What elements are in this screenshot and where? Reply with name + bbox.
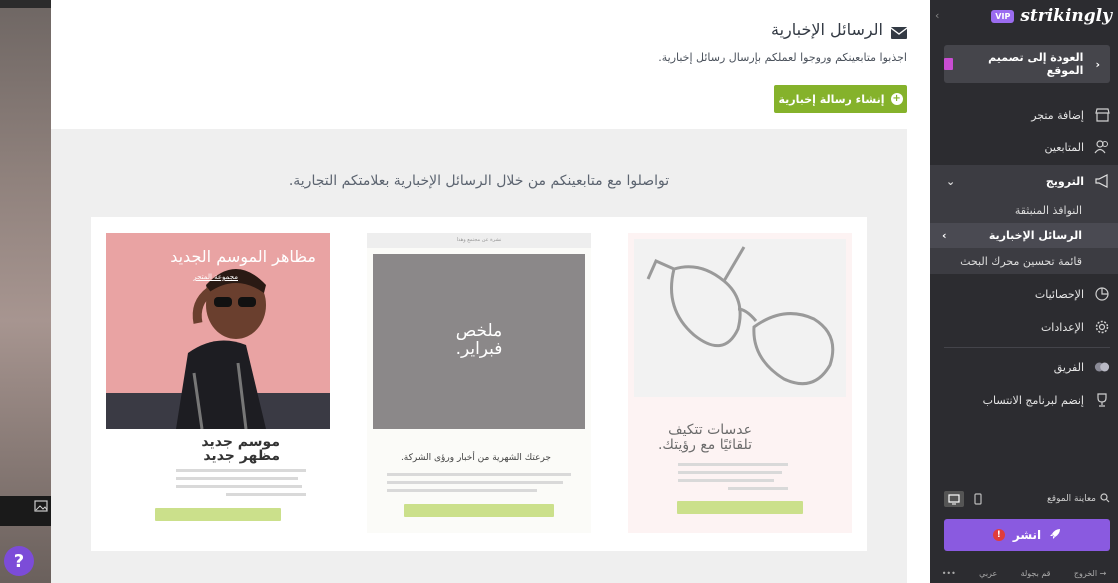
brand: VIP strikingly [991,6,1112,26]
page-icon [944,58,953,70]
chevron-right-icon[interactable]: › [935,9,939,22]
template-panel: مظاهر الموسم الجديد مجموعة المتجر موسم ج… [91,217,867,551]
plus-icon: + [890,93,903,105]
pie-chart-icon [1094,286,1110,302]
template-monthly-topbar: نشرة عن مجتمع وهذا [367,233,591,248]
search-icon [1100,492,1110,506]
sidebar: › VIP strikingly ‹ العودة إلى تصميم المو… [930,0,1118,583]
template-card-glasses[interactable]: عدسات تتكيف تلقائيًا مع رؤيتك. [628,233,852,533]
language-link[interactable]: عربي [979,569,997,578]
page-title-text: الرسائل الإخبارية [770,20,883,39]
create-newsletter-button[interactable]: + إنشاء رسالة إخبارية [774,85,907,113]
template-monthly-body [387,473,571,497]
preview-row: معاينة الموقع [944,491,1110,507]
sidebar-item-seo[interactable]: قائمة تحسين محرك البحث [930,248,1118,274]
template-photo-glasses [634,239,846,397]
modal-header: الرسائل الإخبارية اجذبوا متابعينكم وروجو… [77,20,908,64]
template-fashion-body [176,469,306,501]
newsletter-modal: الرسائل الإخبارية اجذبوا متابعينكم وروجو… [51,0,930,583]
desktop-icon[interactable] [944,491,964,507]
template-fashion-title: مظاهر الموسم الجديد [170,247,316,266]
template-glasses-heading: عدسات تتكيف تلقائيًا مع رؤيتك. [657,422,752,453]
back-to-design-label: العودة إلى تصميم الموقع [988,51,1084,77]
template-card-monthly[interactable]: نشرة عن مجتمع وهذا ملخص فبراير. جرعتك ال… [367,233,591,533]
template-fashion-button [155,508,281,521]
publish-button[interactable]: انشر ! [944,519,1110,551]
team-icon [1094,359,1110,375]
sidebar-item-team[interactable]: الفريق [930,357,1118,377]
chevron-down-icon: ⌄ [946,174,956,188]
gear-icon [1094,319,1110,335]
logout-link[interactable]: → الخروج [1074,569,1107,578]
sidebar-item-promote[interactable]: الترويج ⌄ [930,165,1118,197]
template-monthly-title: ملخص فبراير. [455,321,503,359]
template-glasses-body [678,463,788,495]
sidebar-item-settings[interactable]: الإعدادات [930,317,1118,337]
backdrop-top-bar [0,0,51,8]
users-icon [1094,139,1110,155]
more-icon[interactable]: ••• [942,569,956,578]
template-monthly-button [404,504,554,517]
template-photo-model: مظاهر الموسم الجديد مجموعة المتجر [106,233,330,429]
vip-badge: VIP [991,9,1015,23]
sidebar-item-store[interactable]: إضافة متجر [930,105,1118,125]
template-glasses-button [677,501,803,514]
gallery-heading: تواصلوا مع متابعينكم من خلال الرسائل الإ… [288,173,670,189]
page-title: الرسائل الإخبارية [77,20,908,39]
mobile-icon[interactable] [968,491,988,507]
help-button[interactable]: ? [4,546,34,576]
back-to-design-button[interactable]: ‹ العودة إلى تصميم الموقع [944,45,1110,83]
megaphone-icon [1094,173,1110,189]
sidebar-divider [944,347,1110,348]
chevron-left-icon: ‹ [1095,57,1100,71]
image-icon[interactable] [34,500,50,516]
chevron-right-small-icon: › [942,229,947,242]
rocket-icon [1049,528,1061,543]
device-toggle [944,491,988,507]
sidebar-item-followers[interactable]: المتابعين [930,137,1118,157]
sidebar-item-affiliate[interactable]: إنضم لبرنامج الانتساب [930,390,1118,410]
envelope-icon [890,24,908,39]
preview-site-link[interactable]: معاينة الموقع [1047,492,1110,506]
alert-icon: ! [992,529,1005,541]
template-fashion-heading: موسم جديد مظهر جديد [201,434,280,464]
sidebar-item-stats[interactable]: الإحصائيات [930,284,1118,304]
page-subtitle: اجذبوا متابعينكم وروجوا لعملكم بإرسال رس… [658,51,907,64]
template-photo-monthly: ملخص فبراير. [373,254,585,429]
sidebar-item-popups[interactable]: النوافذ المنبثقة [930,197,1118,223]
store-icon [1094,107,1110,123]
template-card-fashion[interactable]: مظاهر الموسم الجديد مجموعة المتجر موسم ج… [106,233,330,533]
brand-logo: strikingly [1020,6,1112,26]
template-fashion-link: مجموعة المتجر [193,273,238,281]
sidebar-item-newsletters[interactable]: الرسائل الإخبارية › [930,223,1118,248]
sidebar-footer: → الخروج قم بجولة عربي ••• [930,563,1118,583]
create-newsletter-label: إنشاء رسالة إخبارية [778,92,885,106]
template-monthly-heading: جرعتك الشهرية من أخبار ورؤى الشركة. [400,453,551,463]
trophy-icon [1094,392,1110,408]
template-gallery: تواصلوا مع متابعينكم من خلال الرسائل الإ… [51,129,907,583]
tour-link[interactable]: قم بجولة [1021,569,1051,578]
backdrop [0,0,51,583]
